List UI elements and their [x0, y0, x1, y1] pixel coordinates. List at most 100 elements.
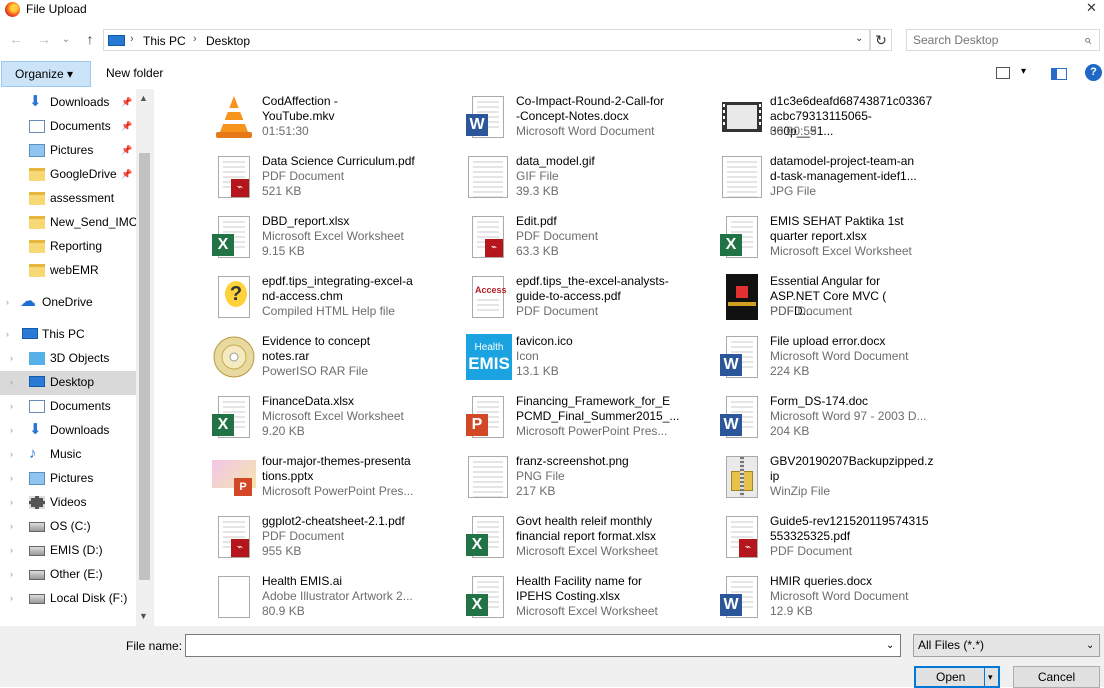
navigation-pane-scrollbar[interactable]: ▲ ▼ — [136, 89, 153, 626]
sidebar-item[interactable]: › 3D Objects — [0, 347, 136, 371]
help-icon[interactable]: ? — [1085, 64, 1102, 81]
file-item[interactable]: Health EMIS.ai Adobe Illustrator Artwork … — [154, 569, 413, 626]
sidebar-item[interactable]: › ☁ OneDrive — [0, 291, 136, 315]
sidebar-item[interactable]: › This PC — [0, 323, 136, 347]
file-item[interactable]: W HMIR queries.docx Microsoft Word Documen… — [662, 569, 916, 626]
sidebar-item[interactable]: › Local Disk (F:) — [0, 587, 136, 611]
address-dropdown-chevron-icon[interactable]: ⌄ — [855, 33, 863, 44]
file-item[interactable]: Pfour-major-themes-presenta tions.pptx Mi… — [154, 449, 413, 509]
scrollbar-thumb[interactable] — [139, 153, 150, 580]
expand-chevron-icon[interactable]: › — [10, 347, 13, 369]
change-view-icon[interactable] — [996, 67, 1010, 79]
file-type-select[interactable]: All Files (*.*) ⌄ — [913, 634, 1100, 657]
file-item[interactable]: Health EMIS favicon.ico Icon 13.1 KB — [408, 329, 662, 389]
file-item[interactable]: data_model.gif GIF File 39.3 KB — [408, 149, 662, 209]
file-name-dropdown-chevron-icon[interactable]: ⌄ — [886, 640, 894, 651]
expand-chevron-icon[interactable]: › — [10, 515, 13, 537]
sidebar-item[interactable]: › Desktop — [0, 371, 136, 395]
forward-arrow-icon[interactable]: → — [36, 31, 52, 47]
open-button[interactable]: Open ▾ — [914, 666, 1000, 688]
breadcrumb-this-pc[interactable]: This PC — [143, 34, 186, 48]
sidebar-item[interactable]: › Documents — [0, 395, 136, 419]
address-bar[interactable]: › This PC › Desktop ⌄ — [103, 29, 870, 51]
file-item[interactable]: Essential Angular for ASP.NET Core MVC (… — [662, 269, 916, 329]
expand-chevron-icon[interactable]: › — [10, 587, 13, 609]
expand-chevron-icon[interactable]: › — [10, 443, 13, 465]
open-options-dropdown-icon[interactable]: ▾ — [988, 668, 993, 686]
file-item[interactable]: X EMIS SEHAT Paktika 1st quarter report.x… — [662, 209, 916, 269]
file-name: EMIS SEHAT Paktika 1st quarter report.xl… — [770, 214, 904, 243]
sidebar-item[interactable]: webEMR — [0, 259, 136, 283]
preview-pane-icon[interactable] — [1051, 68, 1067, 80]
recent-locations-chevron-icon[interactable]: ⌄ — [58, 34, 74, 45]
search-icon[interactable]: ⌕ — [1084, 32, 1091, 48]
file-item[interactable]: P Financing_Framework_for_E PCMD_Final_Su… — [408, 389, 679, 449]
expand-chevron-icon[interactable]: › — [10, 539, 13, 561]
file-item[interactable]: ⌁ Guide5-rev121520119574315 553325325.pdf… — [662, 509, 929, 569]
file-name-input[interactable]: ⌄ — [185, 634, 901, 657]
breadcrumb-desktop[interactable]: Desktop — [206, 34, 250, 48]
search-input[interactable] — [907, 30, 1077, 50]
expand-chevron-icon[interactable]: › — [10, 395, 13, 417]
pin-icon: 📌 — [121, 145, 133, 155]
file-item[interactable]: franz-screenshot.png PNG File 217 KB — [408, 449, 662, 509]
sidebar-item[interactable]: › OS (C:) — [0, 515, 136, 539]
sidebar-item[interactable]: Pictures 📌 — [0, 139, 136, 163]
scroll-down-arrow-icon[interactable]: ▼ — [139, 611, 148, 621]
file-list[interactable]: CodAffection - YouTube.mkv 01:51:30 W Co-Im… — [154, 89, 1104, 626]
view-options-dropdown-icon[interactable]: ▾ — [1021, 66, 1026, 77]
expand-chevron-icon[interactable]: › — [6, 323, 9, 345]
navigation-pane[interactable]: ⬇ Downloads 📌 Documents 📌 Pictures 📌 GoogleDriv… — [0, 89, 153, 626]
expand-chevron-icon[interactable]: › — [10, 467, 13, 489]
pictures-icon — [29, 472, 45, 485]
sidebar-item[interactable]: Reporting — [0, 235, 136, 259]
up-arrow-icon[interactable]: ↑ — [82, 31, 98, 47]
sidebar-item-label: OneDrive — [42, 295, 93, 309]
file-item[interactable]: Access epdf.tips_the-excel-analysts- guid… — [408, 269, 669, 329]
file-item[interactable]: X Govt health releif monthly financial re… — [408, 509, 662, 569]
cancel-button[interactable]: Cancel — [1013, 666, 1100, 688]
file-item[interactable]: ? epdf.tips_integrating-excel-a nd-access… — [154, 269, 413, 329]
chm-file-icon: ? — [212, 274, 256, 320]
sidebar-item[interactable]: › ♪ Music — [0, 443, 136, 467]
file-item[interactable]: d1c3e6deafd68743871c03367 acbc7931311506… — [662, 89, 932, 149]
file-item[interactable]: W Form_DS-174.doc Microsoft Word 97 - 2003… — [662, 389, 927, 449]
file-item[interactable]: GBV20190207Backupzipped.z ip WinZip File — [662, 449, 933, 509]
file-item[interactable]: datamodel-project-team-an d-task-managem… — [662, 149, 917, 209]
file-item[interactable]: W Co-Impact-Round-2-Call-for -Concept-Not… — [408, 89, 664, 149]
expand-chevron-icon[interactable]: › — [10, 491, 13, 513]
organize-button[interactable]: Organize ▾ — [1, 61, 91, 87]
file-item[interactable]: ⌁ ggplot2-cheatsheet-2.1.pdf PDF Document 9… — [154, 509, 408, 569]
file-name: Edit.pdf — [516, 214, 557, 228]
file-item[interactable]: X Health Facility name for IPEHS Costing.… — [408, 569, 662, 626]
sidebar-item[interactable]: › Other (E:) — [0, 563, 136, 587]
file-item[interactable]: ⌁ Edit.pdf PDF Document 63.3 KB — [408, 209, 662, 269]
sidebar-item[interactable]: ⬇ Downloads 📌 — [0, 91, 136, 115]
sidebar-item[interactable]: assessment — [0, 187, 136, 211]
sidebar-item[interactable]: GoogleDrive 📌 — [0, 163, 136, 187]
expand-chevron-icon[interactable]: › — [10, 419, 13, 441]
expand-chevron-icon[interactable]: › — [6, 291, 9, 313]
new-folder-button[interactable]: New folder — [106, 66, 163, 80]
file-type: 01:51:30 — [262, 124, 309, 138]
file-item[interactable]: W File upload error.docx Microsoft Word Do… — [662, 329, 916, 389]
file-item[interactable]: ⌁ Data Science Curriculum.pdf PDF Document… — [154, 149, 415, 209]
sidebar-item[interactable]: Documents 📌 — [0, 115, 136, 139]
back-arrow-icon[interactable]: ← — [8, 31, 24, 47]
file-item[interactable]: X FinanceData.xlsx Microsoft Excel Workshe… — [154, 389, 408, 449]
sidebar-item[interactable]: › EMIS (D:) — [0, 539, 136, 563]
scroll-up-arrow-icon[interactable]: ▲ — [139, 93, 148, 103]
file-item[interactable]: Evidence to concept notes.rar PowerISO RA… — [154, 329, 408, 389]
expand-chevron-icon[interactable]: › — [10, 371, 13, 393]
sidebar-item[interactable]: › Videos — [0, 491, 136, 515]
expand-chevron-icon[interactable]: › — [10, 563, 13, 585]
sidebar-item[interactable]: › Pictures — [0, 467, 136, 491]
file-item[interactable]: X DBD_report.xlsx Microsoft Excel Workshee… — [154, 209, 408, 269]
sidebar-item[interactable]: › ⬇ Downloads — [0, 419, 136, 443]
file-item[interactable]: CodAffection - YouTube.mkv 01:51:30 — [154, 89, 408, 149]
close-icon[interactable]: ✕ — [1086, 0, 1097, 16]
refresh-icon[interactable]: ↻ — [870, 29, 892, 51]
file-type: Microsoft Excel Worksheet — [516, 544, 658, 558]
sidebar-item[interactable]: New_Send_IMC — [0, 211, 137, 235]
sidebar-item-label: OS (C:) — [50, 519, 91, 533]
